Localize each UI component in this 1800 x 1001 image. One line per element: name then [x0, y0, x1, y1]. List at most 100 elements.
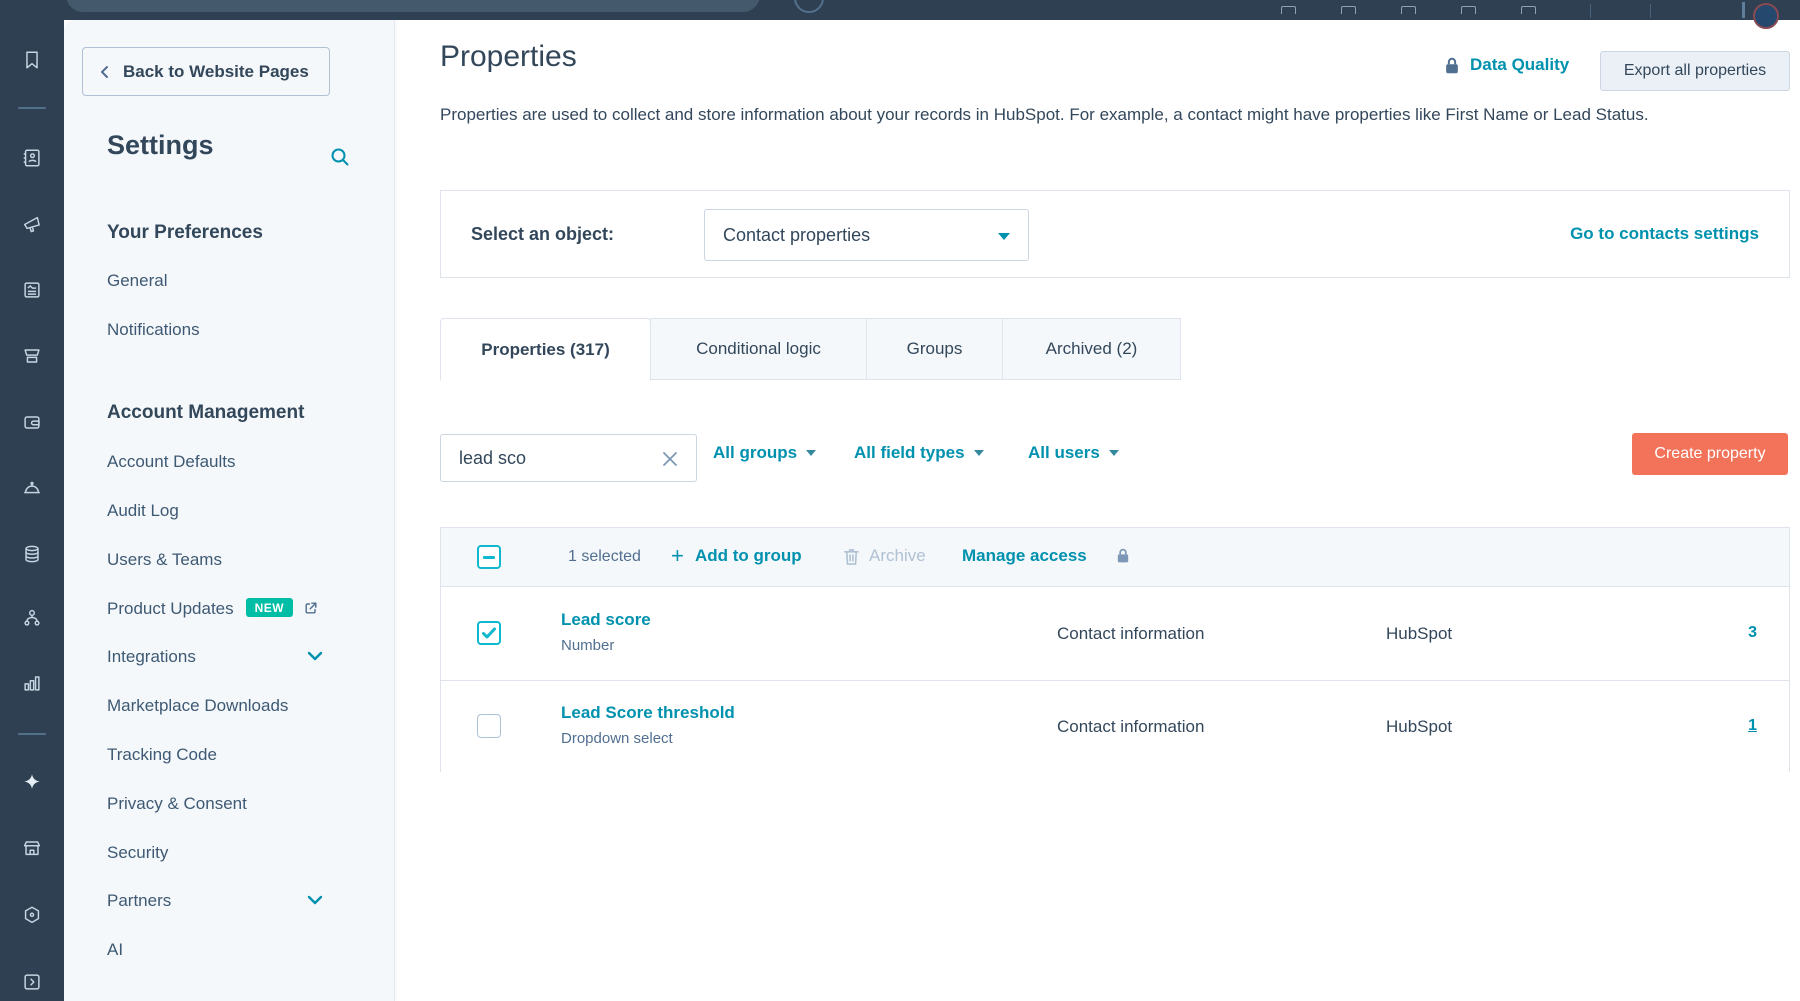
manage-access-button[interactable]: Manage access [962, 546, 1087, 566]
object-dropdown[interactable]: Contact properties [704, 209, 1029, 261]
trash-icon [843, 547, 860, 566]
upgrade-icon[interactable] [1521, 6, 1536, 14]
sidebar-item-privacy-consent[interactable]: Privacy & Consent [107, 794, 359, 814]
top-nav-bar [0, 0, 1800, 20]
user-avatar[interactable] [1753, 3, 1779, 29]
sidebar-item-audit-log[interactable]: Audit Log [107, 501, 359, 521]
used-in-count-link[interactable]: 1 [1748, 717, 1757, 735]
property-name-link[interactable]: Lead Score threshold [561, 703, 735, 723]
sidebar-item-account-defaults[interactable]: Account Defaults [107, 452, 359, 472]
properties-table: 1 selected + Add to group Archive Manage… [440, 527, 1790, 772]
global-search-input[interactable] [66, 0, 760, 12]
apps-grid-icon[interactable] [1281, 6, 1296, 14]
row-checkbox-checked[interactable] [477, 621, 501, 645]
sidebar-item-partners[interactable]: Partners [107, 891, 359, 911]
help-circle-icon[interactable] [794, 0, 824, 13]
plus-icon: + [671, 543, 684, 569]
content-page-icon[interactable] [21, 279, 43, 301]
property-type: Dropdown select [561, 730, 673, 747]
lock-icon [1115, 547, 1131, 565]
filter-all-users[interactable]: All users [1028, 443, 1119, 463]
lock-icon [1443, 56, 1461, 76]
created-by-cell: HubSpot [1386, 624, 1452, 644]
back-button-label: Back to Website Pages [123, 62, 309, 82]
tab-properties[interactable]: Properties (317) [440, 318, 651, 381]
sidebar-item-security[interactable]: Security [107, 843, 359, 863]
help-icon[interactable] [1401, 6, 1416, 14]
export-all-properties-button[interactable]: Export all properties [1600, 51, 1790, 91]
external-link-icon [303, 600, 319, 616]
marketplace-store-icon[interactable] [21, 837, 43, 859]
select-all-checkbox[interactable] [477, 545, 501, 569]
expand-panel-icon[interactable] [21, 971, 43, 993]
sidebar-item-ai[interactable]: AI [107, 940, 359, 960]
go-to-contacts-settings-link[interactable]: Go to contacts settings [1570, 224, 1759, 244]
table-row-lead-score: Lead score Number Contact information Hu… [441, 586, 1789, 680]
back-to-website-pages-button[interactable]: Back to Website Pages [82, 47, 330, 96]
notifications-bell-icon[interactable] [1341, 6, 1356, 14]
created-by-cell: HubSpot [1386, 717, 1452, 737]
bookmark-icon[interactable] [21, 49, 43, 71]
settings-gear-icon[interactable] [21, 904, 43, 926]
sidebar-item-tracking-code[interactable]: Tracking Code [107, 745, 359, 765]
caret-down-icon [974, 450, 984, 456]
caret-down-icon [806, 450, 816, 456]
wallet-icon[interactable] [21, 411, 43, 433]
reporting-chart-icon[interactable] [21, 672, 43, 694]
object-dropdown-value: Contact properties [723, 225, 870, 246]
partners-label: Partners [107, 891, 171, 910]
settings-title: Settings [107, 130, 214, 161]
used-in-count-link[interactable]: 3 [1748, 624, 1757, 642]
sidebar-item-product-updates[interactable]: Product UpdatesNEW [107, 598, 359, 619]
new-badge: NEW [246, 598, 294, 617]
contacts-icon[interactable] [21, 147, 43, 169]
data-quality-link[interactable]: Data Quality [1470, 55, 1569, 75]
filter-all-field-types[interactable]: All field types [854, 443, 984, 463]
tab-groups[interactable]: Groups [866, 318, 1003, 380]
page-description: Properties are used to collect and store… [440, 100, 1750, 130]
sidebar-item-users-teams[interactable]: Users & Teams [107, 550, 359, 570]
page-title: Properties [440, 40, 577, 74]
chevron-down-icon[interactable] [307, 894, 323, 906]
property-search-box [440, 434, 697, 482]
app-icon-rail [0, 0, 64, 1001]
database-icon[interactable] [21, 543, 43, 565]
row-checkbox-unchecked[interactable] [477, 714, 501, 738]
nav-header-account-management: Account Management [107, 402, 304, 424]
property-type: Number [561, 637, 614, 654]
table-row-lead-score-threshold: Lead Score threshold Dropdown select Con… [441, 680, 1789, 772]
tab-conditional-logic[interactable]: Conditional logic [650, 318, 867, 380]
caret-down-icon [1109, 450, 1119, 456]
selected-count: 1 selected [568, 548, 641, 566]
clear-search-icon[interactable] [660, 449, 680, 469]
automations-workflow-icon[interactable] [21, 607, 43, 629]
archive-button-disabled[interactable]: Archive [869, 546, 926, 566]
hubspot-settings-page: Back to Website Pages Settings Your Pref… [0, 0, 1800, 1001]
commerce-icon[interactable] [21, 345, 43, 367]
property-search-input[interactable] [441, 435, 696, 481]
chevron-left-icon [98, 64, 112, 80]
filter-all-groups[interactable]: All groups [713, 443, 816, 463]
create-property-button[interactable]: Create property [1632, 433, 1788, 475]
ai-sparkle-icon[interactable] [21, 771, 43, 793]
sidebar-item-notifications[interactable]: Notifications [107, 320, 359, 340]
tab-archived[interactable]: Archived (2) [1002, 318, 1181, 380]
settings-icon-top[interactable] [1461, 6, 1476, 14]
sidebar-item-general[interactable]: General [107, 271, 359, 291]
sidebar-item-marketplace-downloads[interactable]: Marketplace Downloads [107, 696, 359, 716]
chevron-down-icon[interactable] [307, 650, 323, 662]
add-to-group-button[interactable]: Add to group [695, 546, 802, 566]
marketing-megaphone-icon[interactable] [21, 213, 43, 235]
rail-divider [18, 733, 46, 735]
property-name-link[interactable]: Lead score [561, 610, 651, 630]
topbar-indicator [1742, 2, 1745, 18]
settings-sidebar: Back to Website Pages Settings Your Pref… [64, 20, 395, 1001]
service-bell-icon[interactable] [21, 477, 43, 499]
property-group-cell: Contact information [1057, 717, 1204, 737]
sidebar-item-integrations[interactable]: Integrations [107, 647, 359, 667]
nav-header-your-preferences: Your Preferences [107, 222, 263, 244]
sidebar-search-icon[interactable] [328, 145, 352, 169]
object-selector-panel: Select an object: Contact properties Go … [440, 190, 1790, 278]
property-group-cell: Contact information [1057, 624, 1204, 644]
caret-down-icon [998, 233, 1010, 240]
